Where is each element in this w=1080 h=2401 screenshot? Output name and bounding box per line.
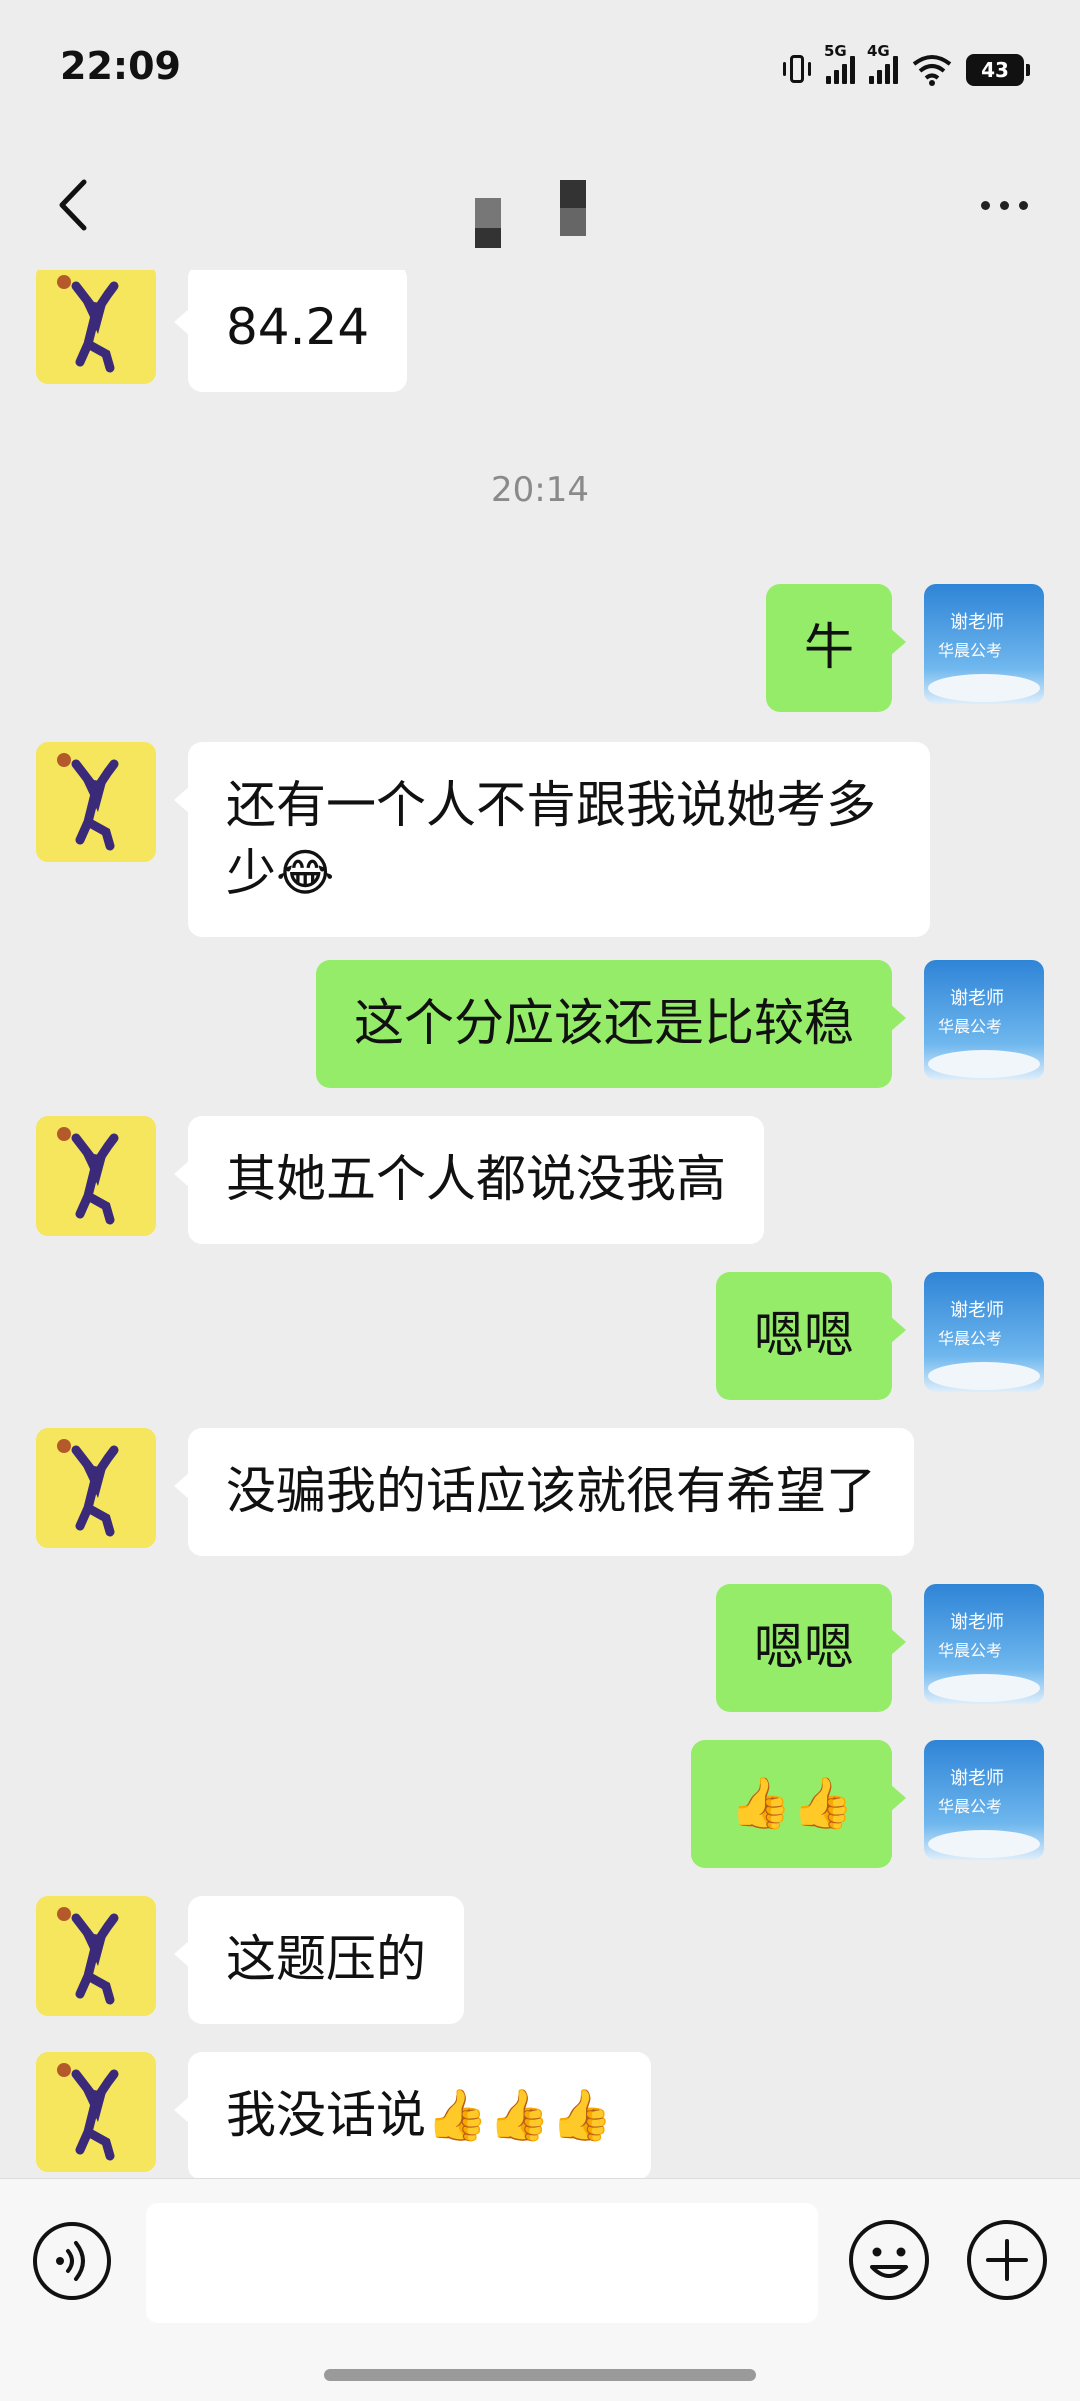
battery-indicator: 43	[966, 54, 1030, 86]
avatar-figure-icon	[57, 1439, 119, 1537]
avatar-line1: 谢老师	[950, 1768, 1004, 1789]
avatar-figure-icon	[57, 275, 119, 373]
contact-avatar[interactable]	[36, 270, 156, 384]
avatar-line2: 华晨公考	[938, 641, 1002, 660]
message-bubble-incoming[interactable]: 还有一个人不肯跟我说她考多少😂	[174, 742, 930, 937]
avatar-line1: 谢老师	[950, 988, 1004, 1009]
message-timestamp: 20:14	[491, 470, 589, 510]
more-dot	[980, 200, 990, 210]
message-bubble-outgoing[interactable]: 👍👍	[691, 1740, 906, 1868]
message-list[interactable]: 84.24 20:14 牛 谢老师 华晨公考 还有一个人不肯跟我说她考多少😂 这…	[0, 270, 1080, 2178]
avatar-figure-icon	[57, 2063, 119, 2161]
message-bubble-incoming[interactable]: 没骗我的话应该就很有希望了	[174, 1428, 914, 1556]
more-options-button[interactable]	[964, 170, 1044, 240]
avatar-figure-icon	[57, 1127, 119, 1225]
avatar-line1: 谢老师	[950, 1300, 1004, 1321]
emoji-button[interactable]	[846, 2217, 932, 2303]
my-avatar[interactable]: 谢老师 华晨公考	[924, 1584, 1044, 1704]
my-avatar[interactable]: 谢老师 华晨公考	[924, 584, 1044, 704]
chat-header	[0, 140, 1080, 270]
vibrate-icon	[782, 53, 812, 87]
avatar-figure-icon	[57, 1907, 119, 2005]
input-bar	[0, 2178, 1080, 2401]
message-bubble-incoming[interactable]: 这题压的	[174, 1896, 464, 2024]
avatar-logo-icon: 谢老师 华晨公考	[928, 612, 1040, 702]
home-indicator[interactable]	[324, 2369, 756, 2381]
message-bubble-incoming[interactable]: 84.24	[173, 270, 408, 392]
voice-icon	[33, 2222, 111, 2300]
message-bubble-incoming[interactable]: 其她五个人都说没我高	[174, 1116, 764, 1244]
message-bubble-outgoing[interactable]: 这个分应该还是比较稳	[316, 960, 906, 1088]
avatar-line2: 华晨公考	[938, 1017, 1002, 1036]
signal-5g-icon: 5G	[824, 42, 855, 84]
avatar-logo-icon: 谢老师 华晨公考	[928, 988, 1040, 1078]
contact-avatar[interactable]	[36, 742, 156, 862]
message-bubble-outgoing[interactable]: 牛	[766, 584, 906, 712]
status-icons: 5G 4G 43	[782, 42, 1030, 90]
plus-icon	[967, 2220, 1047, 2300]
contact-avatar[interactable]	[36, 2052, 156, 2172]
avatar-line1: 谢老师	[950, 1612, 1004, 1633]
avatar-logo-icon: 谢老师 华晨公考	[928, 1768, 1040, 1858]
message-input[interactable]	[146, 2203, 818, 2323]
message-bubble-outgoing[interactable]: 嗯嗯	[716, 1584, 906, 1712]
contact-avatar[interactable]	[36, 1428, 156, 1548]
avatar-line2: 华晨公考	[938, 1329, 1002, 1348]
more-dot	[999, 200, 1009, 210]
contact-avatar[interactable]	[36, 1896, 156, 2016]
avatar-line2: 华晨公考	[938, 1797, 1002, 1816]
status-time: 22:09	[60, 44, 181, 88]
more-dot	[1018, 200, 1028, 210]
contact-name-redacted	[420, 180, 660, 248]
avatar-line2: 华晨公考	[938, 1641, 1002, 1660]
wifi-icon	[912, 55, 952, 86]
status-bar: 22:09 5G 4G 43	[0, 0, 1080, 140]
back-button[interactable]	[40, 170, 110, 240]
contact-avatar[interactable]	[36, 1116, 156, 1236]
my-avatar[interactable]: 谢老师 华晨公考	[924, 960, 1044, 1080]
avatar-line1: 谢老师	[950, 612, 1004, 633]
avatar-figure-icon	[57, 753, 119, 851]
avatar-logo-icon: 谢老师 华晨公考	[928, 1300, 1040, 1390]
message-bubble-incoming[interactable]: 我没话说👍👍👍	[174, 2052, 651, 2178]
my-avatar[interactable]: 谢老师 华晨公考	[924, 1272, 1044, 1392]
signal-4g-icon: 4G	[867, 42, 898, 84]
voice-button[interactable]	[30, 2219, 114, 2303]
more-functions-button[interactable]	[964, 2217, 1050, 2303]
message-bubble-outgoing[interactable]: 嗯嗯	[716, 1272, 906, 1400]
avatar-logo-icon: 谢老师 华晨公考	[928, 1612, 1040, 1702]
emoji-icon	[849, 2220, 929, 2300]
my-avatar[interactable]: 谢老师 华晨公考	[924, 1740, 1044, 1860]
chevron-left-icon	[59, 179, 87, 231]
